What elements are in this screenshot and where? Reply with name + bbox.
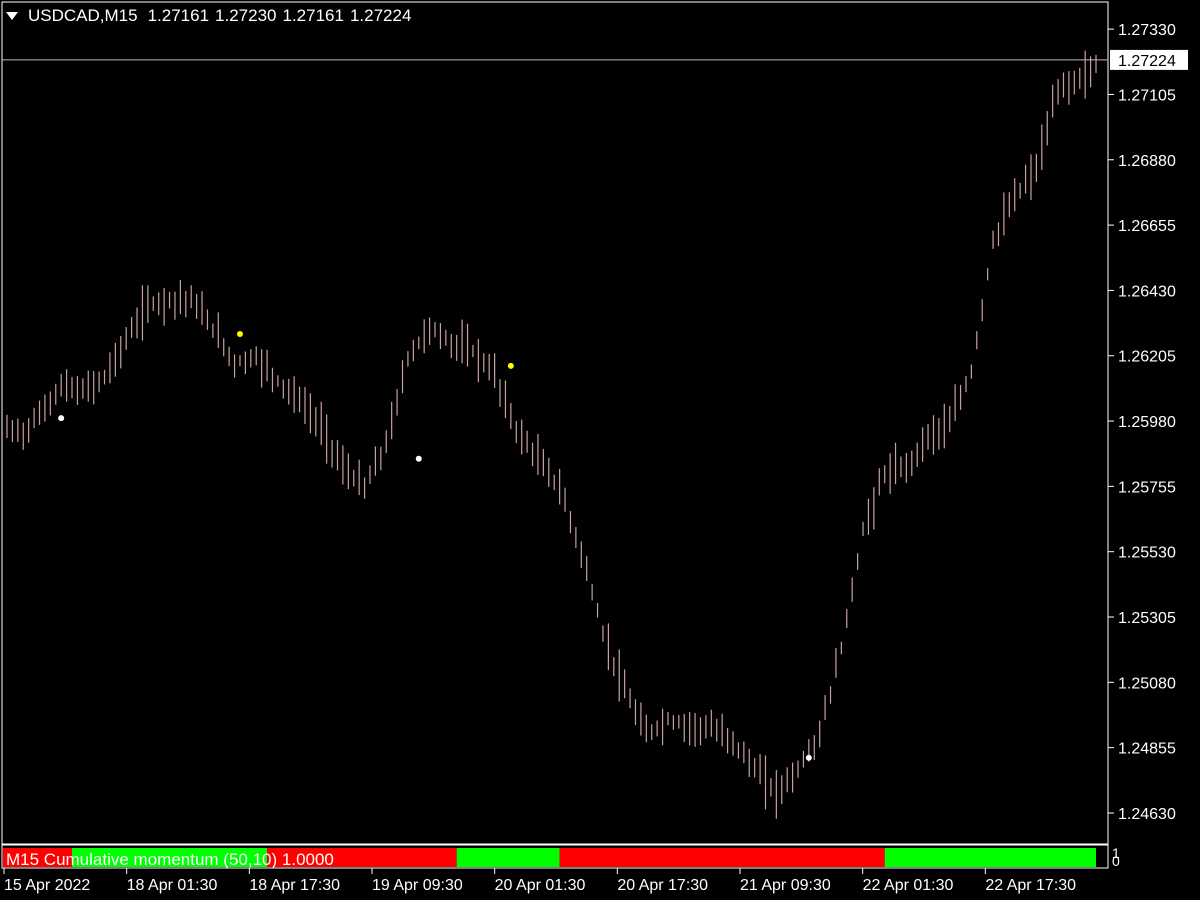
price-tick-label: 1.25080 [1118,675,1176,692]
time-tick-label: 18 Apr 01:30 [127,877,218,894]
signal-dot-yellow [236,330,243,337]
price-tick-label: 1.25755 [1118,479,1176,496]
time-axis: 15 Apr 2022 18 Apr 01:30 18 Apr 17:30 19 Ap… [3,868,1076,894]
price-tick-label: 1.25305 [1118,610,1176,627]
time-tick-label: 19 Apr 09:30 [372,877,463,894]
price-tick-label: 1.26880 [1118,153,1176,170]
signal-dot-white [415,455,422,462]
price-axis: 1.27330 1.27105 1.26880 1.26655 1.26430 1.262… [1108,22,1176,823]
price-tick-label: 1.26430 [1118,283,1176,300]
plot-frame [1,1,1109,845]
signal-dot-white [58,415,65,422]
price-tick-label: 1.27105 [1118,87,1176,104]
time-tick-label: 20 Apr 01:30 [495,877,586,894]
time-tick-label: 22 Apr 01:30 [863,877,954,894]
current-price-tag: 1.27224 [1110,49,1188,70]
chart-window[interactable]: 1.27330 1.27105 1.26880 1.26655 1.26430 1.262… [0,0,1200,900]
price-chart[interactable]: 1.27330 1.27105 1.26880 1.26655 1.26430 1.262… [0,0,1200,900]
price-tick-label: 1.24855 [1118,741,1176,758]
chart-header: USDCAD,M15 1.27161 1.27230 1.27161 1.272… [4,5,417,27]
momentum-segment-down [559,848,885,867]
time-tick-label: 15 Apr 2022 [4,877,90,894]
candle-series [6,50,1097,819]
price-tick-label: 1.27330 [1118,22,1176,39]
open-price: 1.27161 [147,6,210,25]
indicator-label: M15 Cumulative momentum (50,10) 1.0000 [6,850,334,869]
close-price: 1.27224 [349,6,412,25]
collapse-arrow-icon[interactable] [6,12,18,20]
time-tick-label: 22 Apr 17:30 [985,877,1076,894]
momentum-segment-up [884,848,1096,867]
low-price: 1.27161 [282,6,344,25]
momentum-segment-up [456,848,560,867]
current-price-value: 1.27224 [1118,53,1176,70]
signal-dot-series [58,330,812,761]
indicator-axis-bottom: 0 [1112,853,1120,869]
price-tick-label: 1.25530 [1118,545,1176,562]
symbol-timeframe: USDCAD,M15 [28,6,138,25]
time-tick-label: 18 Apr 17:30 [249,877,340,894]
high-price: 1.27230 [215,6,277,25]
signal-dot-white [805,754,812,761]
price-tick-label: 1.26205 [1118,349,1176,366]
time-tick-label: 20 Apr 17:30 [617,877,708,894]
price-tick-label: 1.25980 [1118,414,1176,431]
signal-dot-yellow [507,362,514,369]
time-tick-label: 21 Apr 09:30 [740,877,831,894]
price-tick-label: 1.24630 [1118,806,1176,823]
price-tick-label: 1.26655 [1118,218,1176,235]
